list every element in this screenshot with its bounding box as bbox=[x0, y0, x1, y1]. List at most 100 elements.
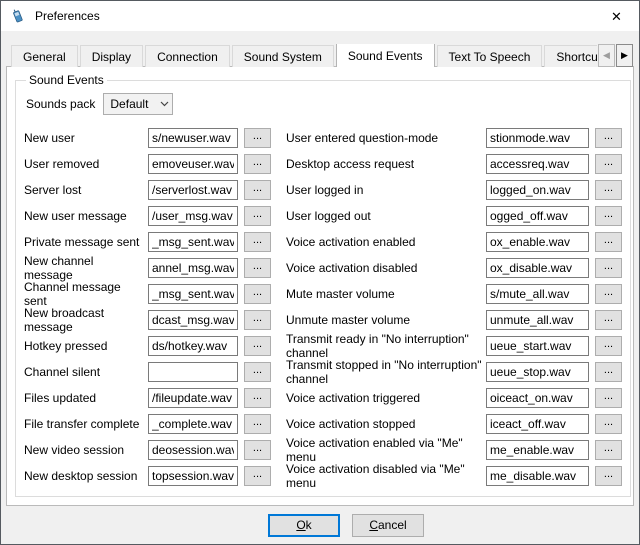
sound-file-input[interactable] bbox=[486, 414, 589, 434]
browse-button[interactable]: ... bbox=[595, 128, 622, 148]
sound-file-input[interactable] bbox=[148, 128, 238, 148]
sound-file-input[interactable] bbox=[148, 232, 238, 252]
sound-file-input[interactable] bbox=[148, 310, 238, 330]
browse-button[interactable]: ... bbox=[595, 440, 622, 460]
browse-button[interactable]: ... bbox=[595, 336, 622, 356]
sound-event-row: User entered question-mode ... bbox=[286, 125, 622, 151]
sound-file-input[interactable] bbox=[486, 440, 589, 460]
browse-button[interactable]: ... bbox=[244, 440, 271, 460]
sound-event-label: New video session bbox=[24, 443, 148, 457]
browse-button[interactable]: ... bbox=[244, 466, 271, 486]
sound-file-input[interactable] bbox=[486, 232, 589, 252]
sounds-pack-select[interactable]: Default bbox=[103, 93, 173, 115]
cancel-button[interactable]: Cancel bbox=[352, 514, 424, 537]
sound-file-input[interactable] bbox=[486, 206, 589, 226]
sound-event-row: Voice activation enabled via "Me" menu .… bbox=[286, 437, 622, 463]
sounds-pack-label: Sounds pack bbox=[26, 97, 95, 111]
sound-event-label: Mute master volume bbox=[286, 287, 486, 301]
browse-button[interactable]: ... bbox=[595, 362, 622, 382]
close-button[interactable]: ✕ bbox=[594, 1, 639, 31]
sound-file-input[interactable] bbox=[148, 466, 238, 486]
sound-file-input[interactable] bbox=[148, 362, 238, 382]
browse-button[interactable]: ... bbox=[244, 206, 271, 226]
sound-event-label: Transmit stopped in "No interruption" ch… bbox=[286, 358, 486, 386]
browse-button[interactable]: ... bbox=[244, 232, 271, 252]
browse-button[interactable]: ... bbox=[595, 414, 622, 434]
sound-event-row: User removed ... bbox=[24, 151, 276, 177]
sound-event-row: Voice activation stopped ... bbox=[286, 411, 622, 437]
sound-file-input[interactable] bbox=[148, 154, 238, 174]
sound-event-label: User logged out bbox=[286, 209, 486, 223]
sound-event-row: Hotkey pressed ... bbox=[24, 333, 276, 359]
browse-button[interactable]: ... bbox=[244, 310, 271, 330]
sound-file-input[interactable] bbox=[486, 310, 589, 330]
sound-file-input[interactable] bbox=[148, 284, 238, 304]
browse-button[interactable]: ... bbox=[244, 362, 271, 382]
sound-event-row: Voice activation disabled ... bbox=[286, 255, 622, 281]
tab-scroll-left-button[interactable]: ◀ bbox=[598, 44, 615, 67]
browse-button[interactable]: ... bbox=[595, 466, 622, 486]
tab-text-to-speech[interactable]: Text To Speech bbox=[437, 45, 543, 67]
sound-event-label: New user bbox=[24, 131, 148, 145]
sound-file-input[interactable] bbox=[148, 180, 238, 200]
browse-button[interactable]: ... bbox=[244, 414, 271, 434]
tab-connection[interactable]: Connection bbox=[145, 45, 230, 67]
sound-event-label: Server lost bbox=[24, 183, 148, 197]
ok-button[interactable]: Ok bbox=[268, 514, 340, 537]
sound-file-input[interactable] bbox=[148, 206, 238, 226]
sound-file-input[interactable] bbox=[486, 284, 589, 304]
sound-event-label: Files updated bbox=[24, 391, 148, 405]
browse-button[interactable]: ... bbox=[244, 336, 271, 356]
sound-file-input[interactable] bbox=[148, 388, 238, 408]
browse-button[interactable]: ... bbox=[595, 258, 622, 278]
sound-events-tab-page: Sound Events Sounds pack Default New use… bbox=[6, 66, 634, 506]
browse-button[interactable]: ... bbox=[244, 154, 271, 174]
tab-scroll-right-button[interactable]: ▶ bbox=[616, 44, 633, 67]
browse-button[interactable]: ... bbox=[244, 258, 271, 278]
sound-file-input[interactable] bbox=[148, 258, 238, 278]
sound-file-input[interactable] bbox=[148, 414, 238, 434]
sound-file-input[interactable] bbox=[148, 440, 238, 460]
sound-event-row: New desktop session ... bbox=[24, 463, 276, 489]
sound-file-input[interactable] bbox=[486, 362, 589, 382]
sound-event-label: Voice activation disabled bbox=[286, 261, 486, 275]
sound-file-input[interactable] bbox=[486, 388, 589, 408]
browse-button[interactable]: ... bbox=[595, 180, 622, 200]
sound-event-label: Hotkey pressed bbox=[24, 339, 148, 353]
title-bar: Preferences ✕ bbox=[1, 1, 639, 31]
tab-strip: General Display Connection Sound System … bbox=[11, 44, 633, 67]
window-title: Preferences bbox=[35, 9, 594, 23]
sound-file-input[interactable] bbox=[486, 336, 589, 356]
tab-sound-events[interactable]: Sound Events bbox=[336, 44, 435, 67]
browse-button[interactable]: ... bbox=[595, 284, 622, 304]
sound-event-label: Voice activation stopped bbox=[286, 417, 486, 431]
browse-button[interactable]: ... bbox=[595, 154, 622, 174]
tab-sound-system[interactable]: Sound System bbox=[232, 45, 334, 67]
sound-event-label: User logged in bbox=[286, 183, 486, 197]
tab-display[interactable]: Display bbox=[80, 45, 143, 67]
sound-event-row: New user ... bbox=[24, 125, 276, 151]
app-icon bbox=[10, 8, 26, 24]
sound-file-input[interactable] bbox=[148, 336, 238, 356]
tab-bar: General Display Connection Sound System … bbox=[11, 44, 633, 67]
browse-button[interactable]: ... bbox=[244, 284, 271, 304]
browse-button[interactable]: ... bbox=[244, 180, 271, 200]
sound-event-label: User entered question-mode bbox=[286, 131, 486, 145]
tab-scroll-buttons: ◀ ▶ bbox=[597, 44, 633, 67]
browse-button[interactable]: ... bbox=[595, 206, 622, 226]
sound-file-input[interactable] bbox=[486, 154, 589, 174]
sound-file-input[interactable] bbox=[486, 180, 589, 200]
sound-event-row: User logged in ... bbox=[286, 177, 622, 203]
browse-button[interactable]: ... bbox=[244, 388, 271, 408]
arrow-left-icon: ◀ bbox=[603, 50, 610, 61]
browse-button[interactable]: ... bbox=[595, 388, 622, 408]
browse-button[interactable]: ... bbox=[595, 232, 622, 252]
browse-button[interactable]: ... bbox=[244, 128, 271, 148]
sound-event-label: Voice activation disabled via "Me" menu bbox=[286, 462, 486, 490]
sound-file-input[interactable] bbox=[486, 258, 589, 278]
sound-file-input[interactable] bbox=[486, 466, 589, 486]
sound-file-input[interactable] bbox=[486, 128, 589, 148]
browse-button[interactable]: ... bbox=[595, 310, 622, 330]
tab-general[interactable]: General bbox=[11, 45, 78, 67]
sound-event-row: File transfer complete ... bbox=[24, 411, 276, 437]
